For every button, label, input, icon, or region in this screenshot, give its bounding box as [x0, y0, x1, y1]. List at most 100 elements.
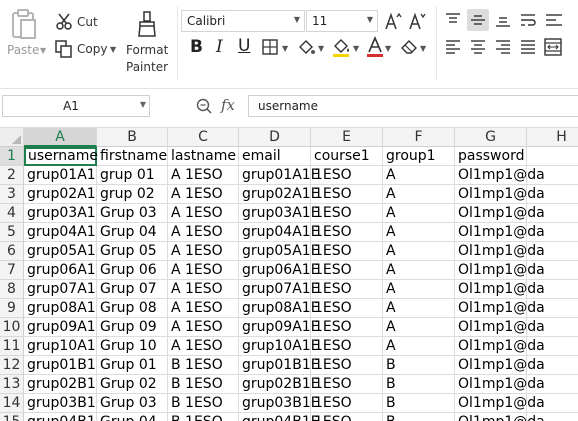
row-header[interactable]: 5 [0, 223, 24, 242]
cell[interactable] [527, 204, 578, 223]
row-header[interactable]: 3 [0, 185, 24, 204]
cell[interactable]: grup08A1 [24, 299, 97, 318]
cell[interactable]: grup03A1E [239, 204, 320, 223]
cell[interactable]: grup05A1 [24, 242, 97, 261]
cell[interactable]: grup09A1 [24, 318, 97, 337]
copy-button[interactable]: Copy [77, 42, 107, 56]
zoom-search-icon[interactable] [196, 98, 212, 114]
row-header[interactable]: 11 [0, 337, 24, 356]
cell[interactable]: grup03B1E [239, 394, 320, 413]
paste-icon[interactable] [10, 8, 38, 40]
row-header[interactable]: 2 [0, 166, 24, 185]
formula-input[interactable]: username [248, 95, 578, 117]
fx-icon[interactable]: fx [221, 96, 235, 114]
align-center-icon[interactable] [470, 39, 486, 55]
fill-color-chevron-icon[interactable]: ▼ [353, 44, 359, 53]
cell[interactable] [527, 261, 578, 280]
cell[interactable] [527, 185, 578, 204]
cell[interactable]: lastname [168, 147, 239, 166]
format-painter-label-line2[interactable]: Painter [126, 60, 168, 74]
select-all-corner[interactable] [0, 128, 24, 147]
cell[interactable] [527, 166, 578, 185]
cell[interactable]: 1ESO [311, 375, 383, 394]
row-header[interactable]: 6 [0, 242, 24, 261]
column-header-b[interactable]: B [97, 128, 168, 147]
cell[interactable]: B [383, 375, 455, 394]
cell[interactable]: grup03B1 [24, 394, 97, 413]
cell[interactable]: A [383, 185, 455, 204]
merge-cells-icon[interactable] [544, 38, 562, 56]
cell[interactable]: 1ESO [311, 204, 383, 223]
row-header[interactable]: 10 [0, 318, 24, 337]
cell[interactable]: A 1ESO [168, 299, 239, 318]
cell[interactable]: Grup 09 [97, 318, 168, 337]
cell[interactable]: A [383, 242, 455, 261]
cell[interactable]: 1ESO [311, 394, 383, 413]
bold-icon[interactable]: B [190, 37, 203, 57]
row-header[interactable]: 7 [0, 261, 24, 280]
name-box-chevron-icon[interactable]: ▼ [140, 100, 146, 109]
column-header-h[interactable]: H [527, 128, 578, 147]
cell[interactable]: grup04A1 [24, 223, 97, 242]
decrease-font-size-icon[interactable] [408, 11, 426, 31]
cell[interactable]: A [383, 166, 455, 185]
cell[interactable]: Ol1mp1@da [455, 375, 545, 394]
cell[interactable] [527, 394, 578, 413]
cell[interactable]: grup07A1 [24, 280, 97, 299]
cell[interactable]: B [383, 394, 455, 413]
orientation-icon[interactable] [545, 12, 563, 28]
font-color-chevron-icon[interactable]: ▼ [385, 44, 391, 53]
cell[interactable]: 1ESO [311, 318, 383, 337]
cell[interactable]: A 1ESO [168, 242, 239, 261]
format-painter-label-line1[interactable]: Format [126, 43, 168, 57]
cell[interactable]: Grup 07 [97, 280, 168, 299]
cell[interactable]: 1ESO [311, 356, 383, 375]
fill-color-icon[interactable] [331, 36, 351, 58]
cell[interactable]: Grup 08 [97, 299, 168, 318]
cell[interactable] [527, 242, 578, 261]
column-header-c[interactable]: C [168, 128, 239, 147]
cell[interactable] [527, 318, 578, 337]
cell[interactable]: grup02B1E [239, 375, 320, 394]
copy-dropdown-chevron-icon[interactable]: ▼ [110, 45, 116, 54]
cell[interactable]: Ol1mp1@da [455, 337, 545, 356]
cell[interactable]: grup 01 [97, 166, 168, 185]
borders-chevron-icon[interactable]: ▼ [282, 44, 288, 53]
cell[interactable]: grup06A1E [239, 261, 320, 280]
cell[interactable]: grup04A1E [239, 223, 320, 242]
cell[interactable] [527, 147, 578, 166]
cell[interactable]: group1 [383, 147, 455, 166]
cell[interactable]: B [383, 356, 455, 375]
cell[interactable]: A [383, 299, 455, 318]
active-cell[interactable]: username [24, 147, 98, 166]
copy-icon[interactable] [55, 40, 73, 58]
cell[interactable]: B 1ESO [168, 356, 239, 375]
cell[interactable]: grup02A1 [24, 185, 97, 204]
cell[interactable]: 1ESO [311, 242, 383, 261]
cell[interactable]: Ol1mp1@da [455, 242, 545, 261]
cut-button[interactable]: Cut [77, 15, 98, 29]
paste-button[interactable]: Paste [7, 43, 39, 57]
cell[interactable]: Ol1mp1@da [455, 223, 545, 242]
cell[interactable]: grup07A1E [239, 280, 320, 299]
cell[interactable]: grup01B1 [24, 356, 97, 375]
column-header-d[interactable]: D [239, 128, 311, 147]
cell[interactable]: 1ESO [311, 166, 383, 185]
column-header-g[interactable]: G [455, 128, 527, 147]
cell[interactable]: Ol1mp1@da [455, 204, 545, 223]
cell[interactable]: grup09A1E [239, 318, 320, 337]
cell[interactable]: A 1ESO [168, 318, 239, 337]
cell[interactable]: A [383, 337, 455, 356]
cell[interactable]: Ol1mp1@da [455, 166, 545, 185]
cell[interactable]: A 1ESO [168, 185, 239, 204]
cell[interactable] [527, 299, 578, 318]
row-header[interactable]: 9 [0, 299, 24, 318]
cell[interactable] [527, 280, 578, 299]
cell[interactable]: Ol1mp1@da [455, 280, 545, 299]
cell[interactable]: Grup 06 [97, 261, 168, 280]
cell[interactable]: A 1ESO [168, 337, 239, 356]
column-header-a[interactable]: A [24, 128, 97, 147]
cell[interactable]: A 1ESO [168, 261, 239, 280]
cell[interactable]: A 1ESO [168, 280, 239, 299]
row-header[interactable]: 8 [0, 280, 24, 299]
